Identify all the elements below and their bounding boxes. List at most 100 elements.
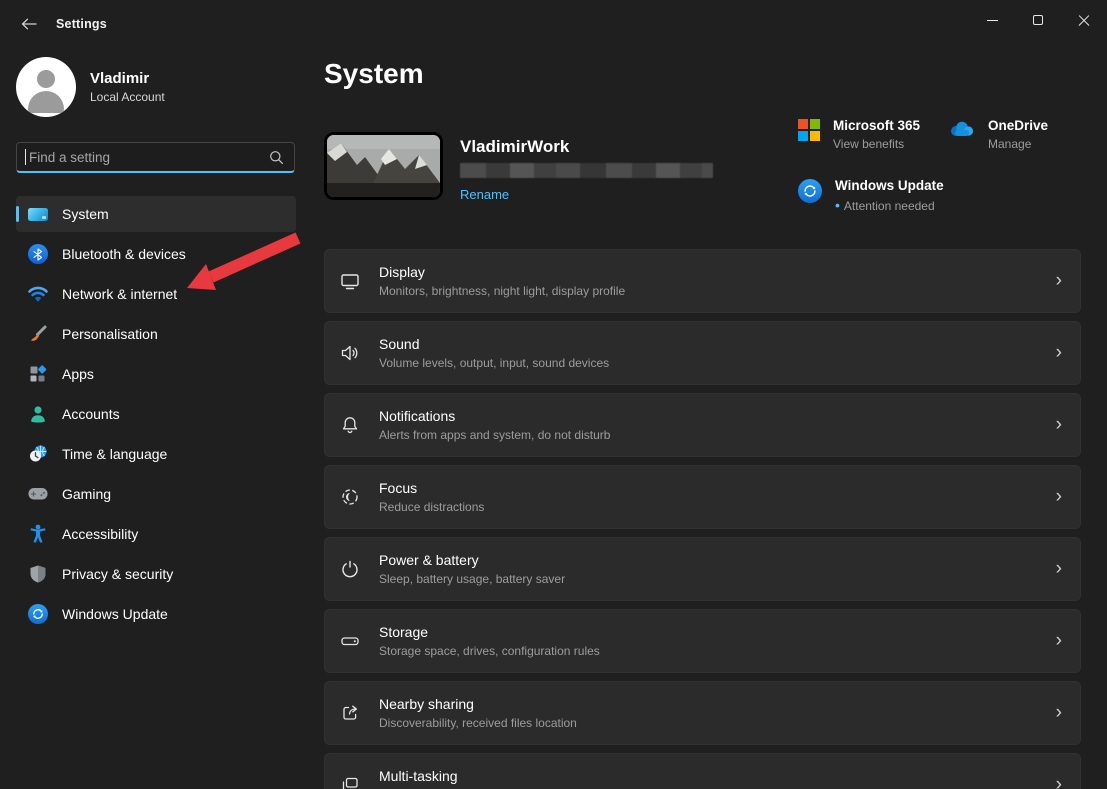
sidebar-item-label: System bbox=[62, 206, 109, 222]
maximize-icon bbox=[1033, 15, 1043, 25]
speaker-icon bbox=[339, 343, 379, 363]
sidebar: Vladimir Local Account System Bluetooth … bbox=[0, 48, 310, 789]
device-hero: VladimirWork Rename bbox=[324, 132, 713, 204]
sidebar-item-label: Windows Update bbox=[62, 606, 168, 622]
system-icon bbox=[28, 204, 48, 224]
row-display[interactable]: Display Monitors, brightness, night ligh… bbox=[324, 249, 1081, 313]
sidebar-item-system[interactable]: System bbox=[16, 196, 296, 232]
row-notifications[interactable]: Notifications Alerts from apps and syste… bbox=[324, 393, 1081, 457]
back-button[interactable] bbox=[12, 10, 46, 38]
row-title: Storage bbox=[379, 624, 1056, 640]
rename-link[interactable]: Rename bbox=[460, 187, 509, 202]
window-title: Settings bbox=[56, 17, 107, 31]
sidebar-item-label: Network & internet bbox=[62, 286, 177, 302]
selected-indicator bbox=[16, 206, 19, 222]
clock-globe-icon bbox=[28, 444, 48, 464]
chevron-right-icon: › bbox=[1056, 559, 1062, 578]
avatar bbox=[16, 57, 76, 117]
onedrive-icon bbox=[948, 119, 975, 137]
focus-icon bbox=[339, 486, 379, 508]
sidebar-item-windows-update[interactable]: Windows Update bbox=[16, 596, 296, 632]
onedrive-block[interactable]: OneDrive Manage bbox=[948, 118, 1048, 151]
sidebar-item-label: Apps bbox=[62, 366, 94, 382]
quick-info-subtitle: View benefits bbox=[833, 137, 920, 151]
power-icon bbox=[339, 558, 379, 580]
quick-info-title: OneDrive bbox=[988, 118, 1048, 133]
main-content: System VladimirWork Rename Micros bbox=[310, 48, 1107, 789]
sidebar-item-time-language[interactable]: Time & language bbox=[16, 436, 296, 472]
windows-update-status-icon bbox=[798, 179, 822, 203]
quick-info-subtitle: Manage bbox=[988, 137, 1048, 151]
chevron-right-icon: › bbox=[1056, 631, 1062, 650]
sidebar-item-label: Gaming bbox=[62, 486, 111, 502]
sidebar-item-label: Accessibility bbox=[62, 526, 138, 542]
sidebar-item-network-internet[interactable]: Network & internet bbox=[16, 276, 296, 312]
row-title: Sound bbox=[379, 336, 1056, 352]
row-nearby-sharing[interactable]: Nearby sharing Discoverability, received… bbox=[324, 681, 1081, 745]
chevron-right-icon: › bbox=[1056, 775, 1062, 789]
chevron-right-icon: › bbox=[1056, 487, 1062, 506]
paintbrush-icon bbox=[28, 324, 48, 344]
chevron-right-icon: › bbox=[1056, 703, 1062, 722]
settings-list: Display Monitors, brightness, night ligh… bbox=[324, 249, 1081, 789]
titlebar: Settings bbox=[0, 0, 1107, 48]
display-icon bbox=[339, 271, 379, 291]
row-title: Display bbox=[379, 264, 1056, 280]
quick-info-subtitle: •Attention needed bbox=[835, 197, 944, 213]
row-title: Nearby sharing bbox=[379, 696, 1056, 712]
row-multi-tasking[interactable]: Multi-tasking Snap windows, desktops, ta… bbox=[324, 753, 1081, 789]
bluetooth-icon bbox=[28, 244, 48, 264]
row-storage[interactable]: Storage Storage space, drives, configura… bbox=[324, 609, 1081, 673]
apps-icon bbox=[28, 364, 48, 384]
search-icon bbox=[269, 150, 284, 165]
row-focus[interactable]: Focus Reduce distractions › bbox=[324, 465, 1081, 529]
row-subtitle: Monitors, brightness, night light, displ… bbox=[379, 284, 1056, 298]
storage-icon bbox=[339, 631, 379, 651]
sidebar-item-label: Bluetooth & devices bbox=[62, 246, 186, 262]
wifi-icon bbox=[28, 284, 48, 304]
device-wallpaper-thumbnail bbox=[324, 132, 443, 200]
share-icon bbox=[339, 702, 379, 724]
chevron-right-icon: › bbox=[1056, 271, 1062, 290]
row-title: Multi-tasking bbox=[379, 768, 1056, 784]
maximize-button[interactable] bbox=[1015, 0, 1061, 40]
sidebar-item-label: Personalisation bbox=[62, 326, 158, 342]
update-icon bbox=[28, 604, 48, 624]
attention-dot: • bbox=[835, 197, 840, 213]
shield-icon bbox=[28, 564, 48, 584]
row-subtitle: Sleep, battery usage, battery saver bbox=[379, 572, 1056, 586]
accessibility-icon bbox=[28, 524, 48, 544]
sidebar-item-personalisation[interactable]: Personalisation bbox=[16, 316, 296, 352]
microsoft-365-block[interactable]: Microsoft 365 View benefits bbox=[798, 118, 920, 151]
redacted-device-model bbox=[460, 163, 713, 178]
text-caret bbox=[25, 149, 26, 165]
microsoft-365-icon bbox=[798, 119, 820, 141]
sidebar-item-accounts[interactable]: Accounts bbox=[16, 396, 296, 432]
search-input[interactable] bbox=[29, 150, 269, 165]
window-controls bbox=[969, 0, 1107, 40]
row-title: Power & battery bbox=[379, 552, 1056, 568]
row-sound[interactable]: Sound Volume levels, output, input, soun… bbox=[324, 321, 1081, 385]
sidebar-item-accessibility[interactable]: Accessibility bbox=[16, 516, 296, 552]
sidebar-nav: System Bluetooth & devices Network & int… bbox=[16, 196, 296, 636]
quick-info-title: Microsoft 365 bbox=[833, 118, 920, 133]
minimize-button[interactable] bbox=[969, 0, 1015, 40]
close-button[interactable] bbox=[1061, 0, 1107, 40]
row-subtitle: Storage space, drives, configuration rul… bbox=[379, 644, 1056, 658]
chevron-right-icon: › bbox=[1056, 343, 1062, 362]
user-profile[interactable]: Vladimir Local Account bbox=[16, 57, 165, 117]
sidebar-item-label: Time & language bbox=[62, 446, 167, 462]
sidebar-item-apps[interactable]: Apps bbox=[16, 356, 296, 392]
row-subtitle: Discoverability, received files location bbox=[379, 716, 1056, 730]
quick-info-title: Windows Update bbox=[835, 178, 944, 193]
page-title: System bbox=[324, 58, 424, 90]
row-power-battery[interactable]: Power & battery Sleep, battery usage, ba… bbox=[324, 537, 1081, 601]
windows-update-block[interactable]: Windows Update •Attention needed bbox=[798, 178, 944, 213]
sidebar-item-bluetooth-devices[interactable]: Bluetooth & devices bbox=[16, 236, 296, 272]
sidebar-item-privacy-security[interactable]: Privacy & security bbox=[16, 556, 296, 592]
search-box[interactable] bbox=[16, 142, 295, 173]
sidebar-item-gaming[interactable]: Gaming bbox=[16, 476, 296, 512]
gamepad-icon bbox=[28, 484, 48, 504]
sidebar-item-label: Accounts bbox=[62, 406, 120, 422]
row-subtitle: Volume levels, output, input, sound devi… bbox=[379, 356, 1056, 370]
